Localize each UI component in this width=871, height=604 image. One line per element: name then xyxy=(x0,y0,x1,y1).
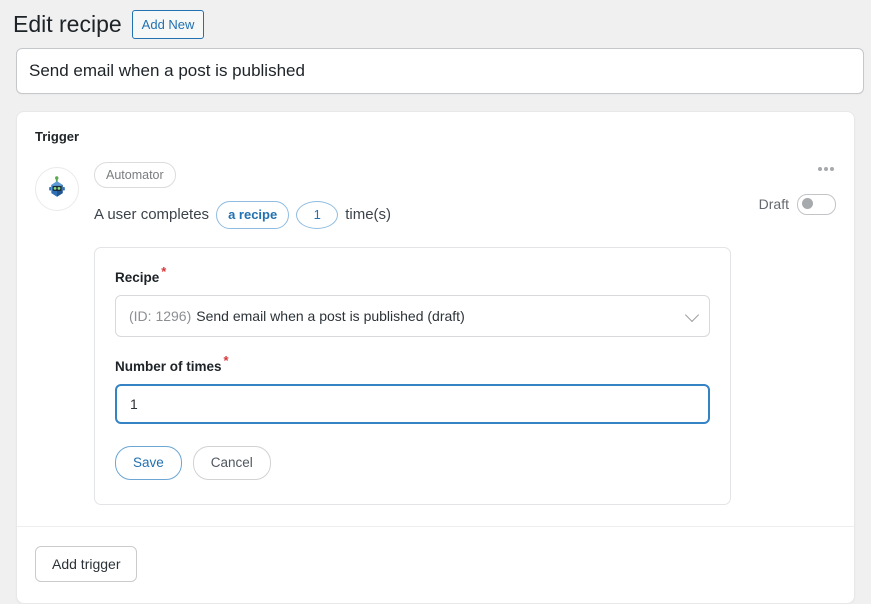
recipe-title-field-wrapper xyxy=(0,40,871,94)
card-footer: Add trigger xyxy=(17,527,854,603)
required-marker: * xyxy=(223,353,229,369)
number-of-times-field: Number of times * xyxy=(115,354,710,424)
required-marker: * xyxy=(161,264,167,280)
trigger-content: Automator A user completes a recipe 1 ti… xyxy=(79,161,749,505)
recipe-field-label: Recipe * xyxy=(115,265,710,286)
sentence-trail-text: time(s) xyxy=(345,206,392,224)
recipe-title-input[interactable] xyxy=(16,48,864,94)
page-title: Edit recipe xyxy=(13,10,122,37)
trigger-sentence: A user completes a recipe 1 time(s) xyxy=(94,200,749,229)
trigger-controls: Draft xyxy=(749,162,836,505)
integration-pill: Automator xyxy=(94,161,176,188)
status-badge: Draft xyxy=(758,196,789,213)
trigger-row: Automator A user completes a recipe 1 ti… xyxy=(17,145,854,505)
trigger-status: Draft xyxy=(758,193,836,215)
trigger-form-panel: Recipe * (ID: 1296) Send email when a pos… xyxy=(94,246,731,505)
number-of-times-input[interactable] xyxy=(115,383,710,424)
recipe-select[interactable]: (ID: 1296) Send email when a post is pub… xyxy=(115,294,710,337)
token-recipe[interactable]: a recipe xyxy=(216,200,290,229)
sentence-lead-text: A user completes xyxy=(94,206,210,224)
chevron-down-icon[interactable] xyxy=(684,307,699,322)
recipe-label-text: Recipe xyxy=(115,269,160,285)
draft-live-toggle[interactable] xyxy=(797,193,836,215)
number-of-times-label: Number of times * xyxy=(115,354,710,375)
page-header: Edit recipe Add New xyxy=(0,0,871,40)
cancel-button[interactable]: Cancel xyxy=(192,445,271,480)
add-trigger-button[interactable]: Add trigger xyxy=(35,545,138,582)
recipe-select-value: Send email when a post is published (dra… xyxy=(196,307,465,324)
trigger-section-label: Trigger xyxy=(35,129,80,144)
token-number-of-times[interactable]: 1 xyxy=(296,200,339,229)
toggle-knob xyxy=(802,197,813,209)
save-button[interactable]: Save xyxy=(115,445,182,480)
form-actions: Save Cancel xyxy=(115,445,710,480)
recipe-select-id: (ID: 1296) xyxy=(129,307,192,324)
ellipsis-icon[interactable] xyxy=(816,162,836,176)
add-new-button[interactable]: Add New xyxy=(131,10,205,39)
trigger-card: Trigger Automator A user completes a rec… xyxy=(16,111,855,604)
recipe-field: Recipe * (ID: 1296) Send email when a pos… xyxy=(115,265,710,337)
number-of-times-label-text: Number of times xyxy=(115,358,222,374)
automator-robot-icon xyxy=(35,166,79,211)
